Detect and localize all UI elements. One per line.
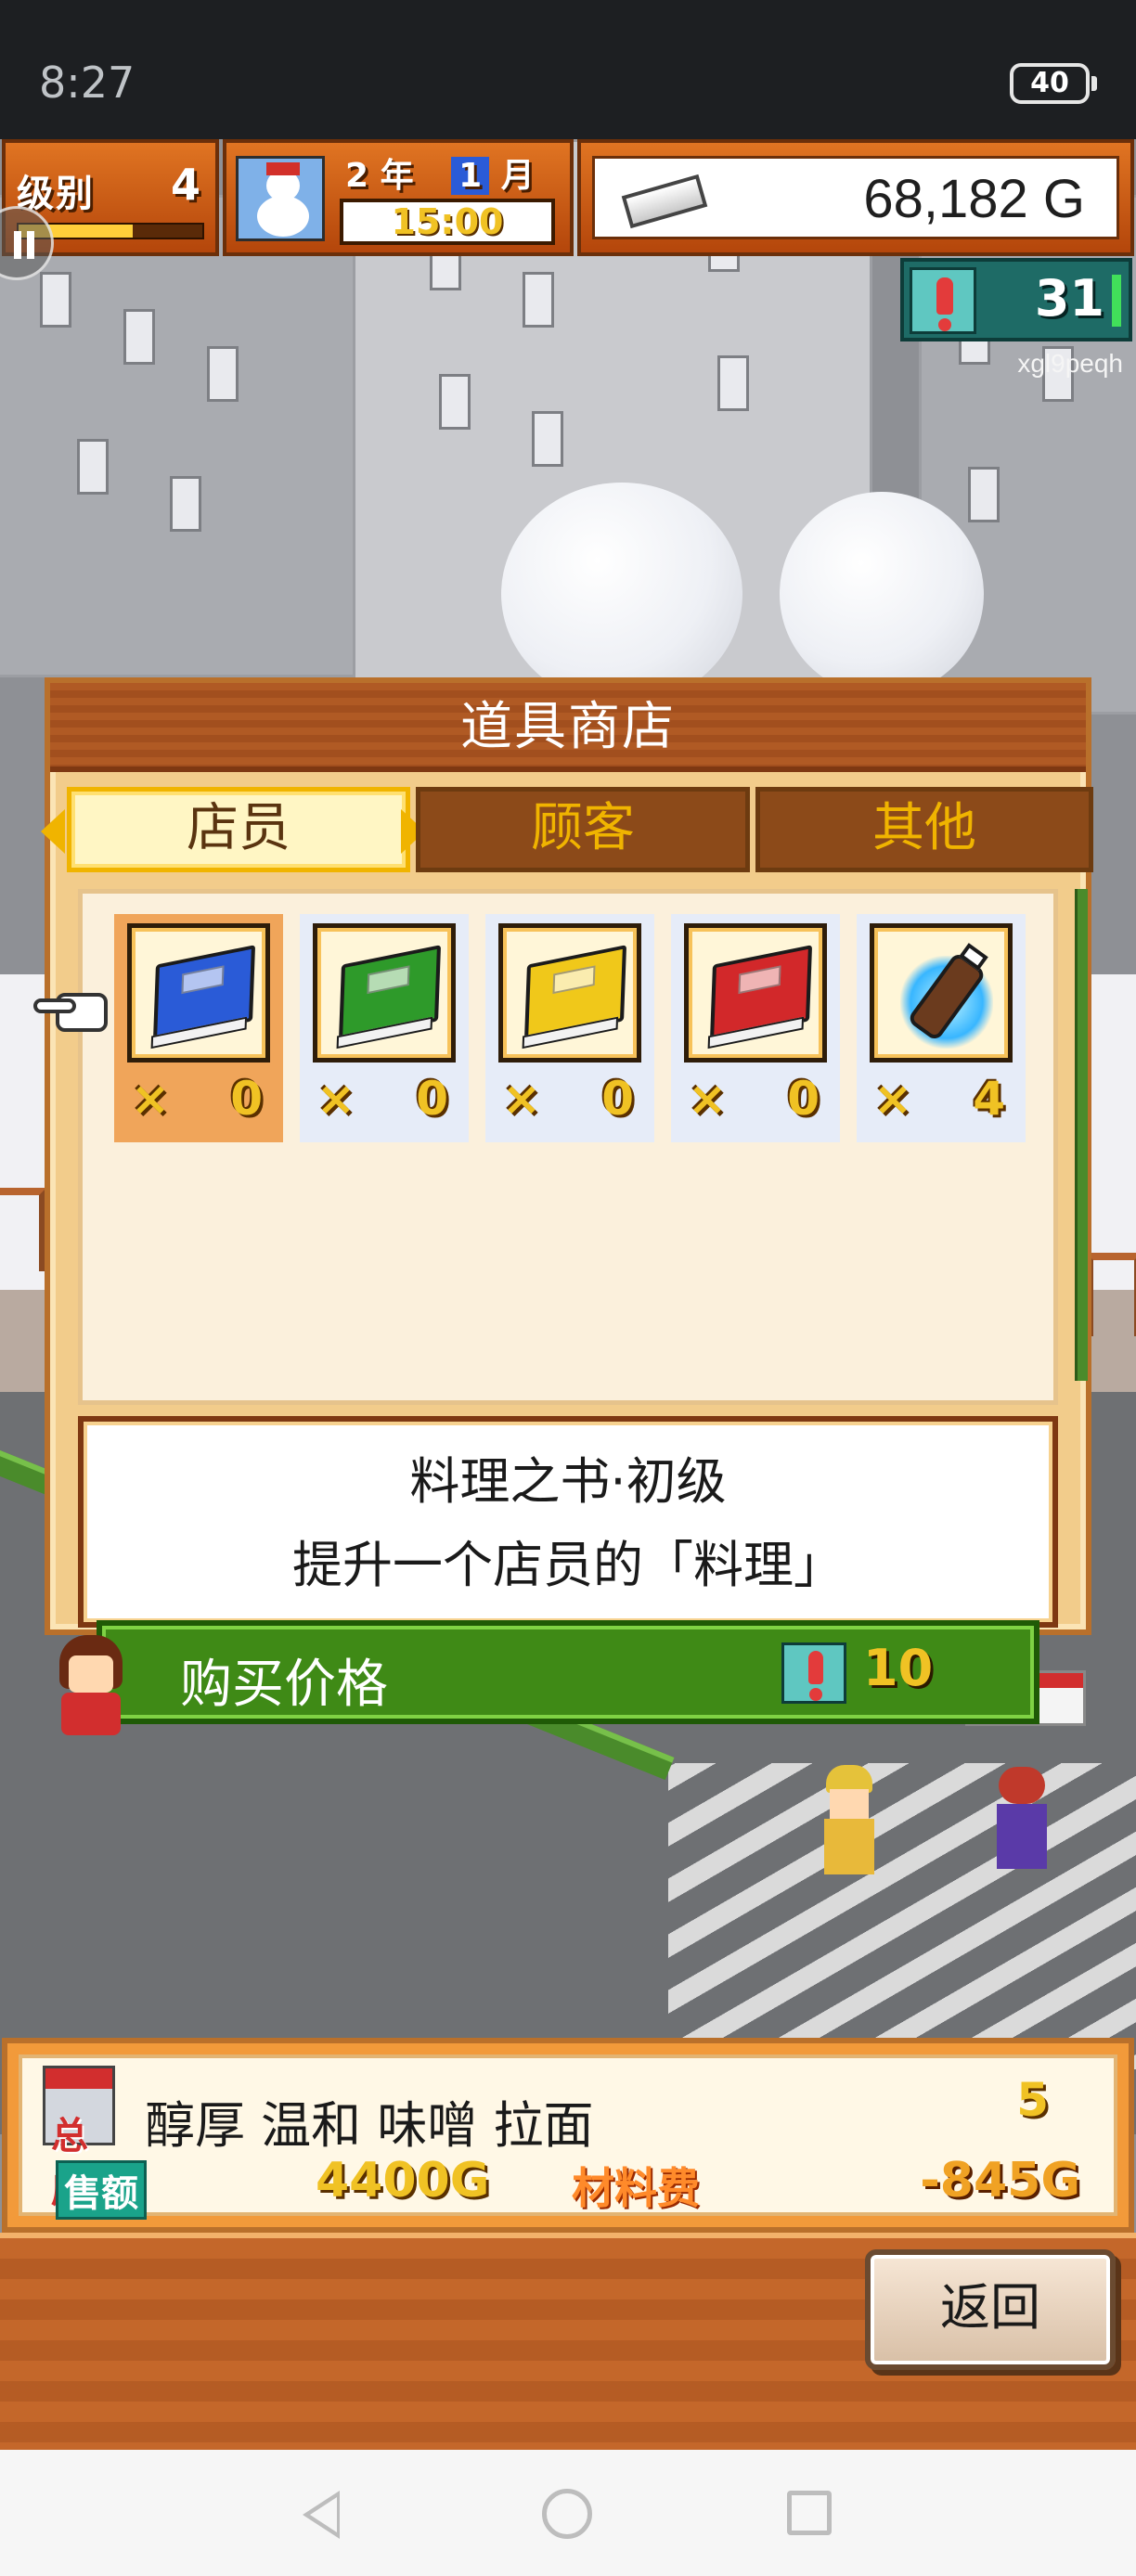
tab-other[interactable]: 其他 (755, 787, 1093, 872)
year-value: 2 (345, 157, 369, 195)
buy-price-bar[interactable]: 购买价格 10 (97, 1620, 1039, 1724)
money-bill-icon (621, 174, 708, 229)
energy-drink-icon (900, 943, 997, 1049)
building-window (40, 272, 71, 328)
item-count: 0 (787, 1072, 820, 1126)
buy-price-value: 10 (863, 1639, 934, 1697)
item-slot-red-book[interactable]: × 0 (671, 914, 840, 1142)
fence (1086, 1253, 1136, 1336)
research-points-panel[interactable]: 31 (900, 258, 1132, 341)
nav-home-icon[interactable] (542, 2489, 592, 2539)
material-cost-label: 材料费 (572, 2163, 700, 2213)
nav-back-icon[interactable] (303, 2491, 340, 2539)
system-nav-bar (0, 2450, 1136, 2576)
research-points-bar (1112, 275, 1121, 327)
item-count: 0 (230, 1072, 263, 1126)
yellow-cookbook-icon (523, 945, 627, 1041)
item-count: 4 (973, 1072, 1005, 1126)
player-id: xgl9peqh (1017, 349, 1123, 378)
research-point-icon (781, 1642, 846, 1704)
building-window (439, 374, 471, 430)
year-unit: 年 (380, 157, 414, 195)
item-name: 料理之书·初级 (409, 1452, 727, 1511)
nav-recents-icon[interactable] (787, 2491, 832, 2535)
building-window (170, 476, 201, 532)
tab-customers[interactable]: 顾客 (416, 787, 750, 872)
red-cookbook-icon (709, 945, 813, 1041)
count-multiplier-icon: × (688, 1072, 727, 1126)
money-value: 68,182 G (863, 169, 1085, 229)
buy-price-label: 购买价格 (180, 1655, 388, 1715)
building-window (123, 309, 155, 365)
date-display: 2 年 1 月 (345, 148, 535, 197)
main-store-icon: 总店 (43, 2066, 115, 2211)
game-clock: 15:00 (340, 199, 555, 245)
item-slot-yellow-book[interactable]: × 0 (485, 914, 654, 1142)
item-count: 0 (416, 1072, 448, 1126)
item-grid: × 0 × 0 × 0 × 0 × 4 (78, 889, 1058, 1405)
tab-staff[interactable]: 店员 (67, 787, 410, 872)
store-summary-panel: 总店 醇厚 温和 味噌 拉面 5 售额 4400G 材料费 -845G (2, 2038, 1134, 2233)
count-multiplier-icon: × (873, 1072, 912, 1126)
count-multiplier-icon: × (131, 1072, 170, 1126)
research-point-icon (910, 267, 976, 334)
dialog-title-bar: 道具商店 (50, 683, 1086, 772)
item-shop-dialog: 道具商店 店员 顾客 其他 × 0 × 0 × 0 × 0 × 4 料理之书·初… (41, 677, 1093, 1635)
sales-value: 4400G (316, 2153, 490, 2209)
building (0, 195, 371, 677)
crosswalk (668, 1763, 1136, 2069)
item-grid-scrollbar[interactable] (1075, 889, 1088, 1381)
blue-cookbook-icon (152, 945, 256, 1041)
count-multiplier-icon: × (316, 1072, 355, 1126)
level-value: 4 (170, 160, 200, 210)
item-slot-green-book[interactable]: × 0 (300, 914, 469, 1142)
status-bar: 8:27 40 (0, 0, 1136, 139)
status-time: 8:27 (39, 58, 136, 108)
building-window (207, 346, 239, 402)
material-cost-value: -845G (920, 2153, 1080, 2209)
customer-sprite (817, 1765, 882, 1876)
snow-tree (501, 483, 742, 705)
month-value: 1 (451, 157, 490, 195)
research-points-value: 31 (1034, 269, 1104, 328)
item-slot-energy-drink[interactable]: × 4 (857, 914, 1026, 1142)
green-cookbook-icon (338, 945, 442, 1041)
building-window (523, 272, 554, 328)
item-count: 0 (601, 1072, 634, 1126)
item-slot-blue-book[interactable]: × 0 (114, 914, 283, 1142)
battery-icon: 40 (1010, 63, 1097, 104)
winter-snowman-icon (236, 156, 325, 241)
store-rank: 5 (1016, 2073, 1049, 2127)
month-unit: 月 (500, 157, 535, 195)
store-menu-name: 醇厚 温和 味噌 拉面 (145, 2096, 594, 2155)
shop-clerk-avatar (52, 1635, 130, 1737)
fence (0, 1188, 46, 1271)
building-window (968, 467, 1000, 522)
count-multiplier-icon: × (502, 1072, 541, 1126)
tab-prev-arrow-icon[interactable] (41, 809, 65, 854)
dialog-title: 道具商店 (460, 697, 676, 757)
customer-sprite (989, 1763, 1054, 1874)
money-panel: 68,182 G (577, 139, 1134, 256)
building-window (77, 439, 109, 495)
item-effect: 提升一个店员的「料理」 (292, 1536, 844, 1594)
snow-tree (780, 492, 984, 696)
building-window (717, 355, 749, 411)
pointing-hand-cursor-icon (33, 985, 113, 1037)
date-panel: 2 年 1 月 15:00 (223, 139, 574, 256)
sales-label: 售额 (56, 2160, 147, 2220)
building-window (532, 411, 563, 467)
back-button[interactable]: 返回 (865, 2249, 1116, 2370)
item-description: 料理之书·初级 提升一个店员的「料理」 (78, 1416, 1058, 1628)
